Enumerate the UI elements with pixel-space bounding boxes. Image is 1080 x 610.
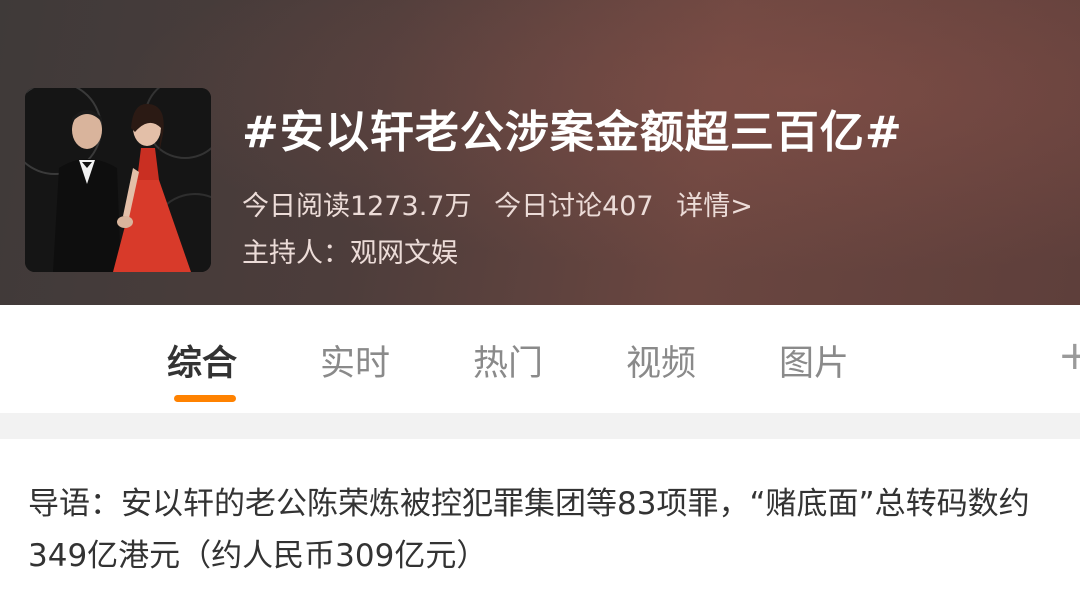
topic-title: #安以轩老公涉案金额超三百亿# [242, 107, 903, 158]
tab-realtime[interactable]: 实时 [320, 335, 390, 386]
topic-stats: 今日阅读1273.7万 今日讨论407 详情> [242, 184, 767, 223]
plus-icon[interactable]: + [1058, 333, 1080, 379]
couple-photo-image [25, 88, 211, 272]
topic-cover-image[interactable] [25, 88, 211, 272]
topic-header: #安以轩老公涉案金额超三百亿# 今日阅读1273.7万 今日讨论407 详情> … [0, 0, 1080, 305]
discussion-count: 今日讨论407 [494, 191, 654, 222]
tab-video[interactable]: 视频 [626, 335, 696, 386]
active-tab-indicator [174, 395, 236, 402]
tab-comprehensive[interactable]: 综合 [167, 335, 237, 386]
topic-host: 主持人：观网文娱 [242, 238, 458, 269]
topic-intro: 导语：安以轩的老公陈荣炼被控犯罪集团等83项罪，“赌底面”总转码数约349亿港元… [28, 486, 1030, 574]
tab-images[interactable]: 图片 [779, 335, 849, 386]
details-link[interactable]: 详情> [676, 191, 753, 222]
topic-tabs: 综合 实时 热门 视频 图片 + [0, 305, 1080, 413]
tab-hot[interactable]: 热门 [473, 335, 543, 386]
section-divider [0, 413, 1080, 439]
read-count: 今日阅读1273.7万 [242, 191, 472, 222]
